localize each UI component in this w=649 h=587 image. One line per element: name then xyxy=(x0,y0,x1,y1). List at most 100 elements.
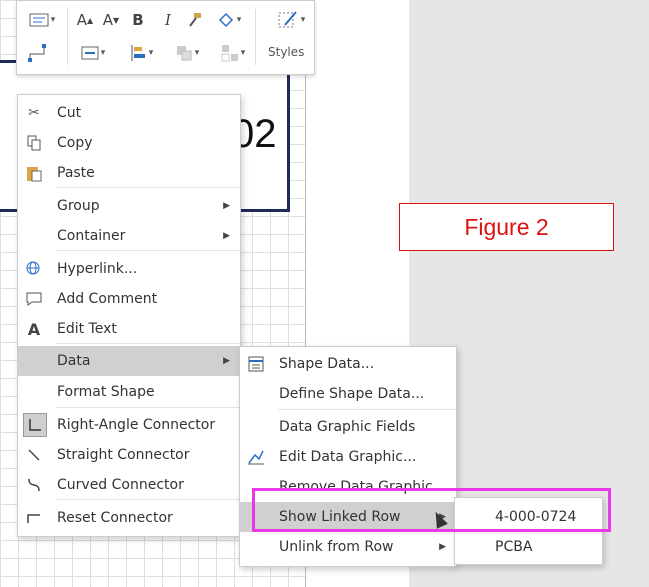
menu-separator xyxy=(56,187,240,188)
menu-item-label: Unlink from Row xyxy=(279,539,394,555)
bold-button[interactable]: B xyxy=(127,9,149,31)
group-icon xyxy=(221,45,238,62)
fill-bucket-icon xyxy=(218,12,233,28)
menu-item-label: Paste xyxy=(57,165,95,181)
arrange-icon xyxy=(176,46,192,61)
menu-item-curved-connector[interactable]: Curved Connector xyxy=(18,470,240,500)
menu-item-edit-data-graphic[interactable]: Edit Data Graphic... xyxy=(240,442,456,472)
menu-item-label: Edit Data Graphic... xyxy=(279,449,417,465)
menu-item-label: Format Shape xyxy=(57,384,155,400)
menu-separator xyxy=(278,409,456,410)
reset-connector-icon xyxy=(23,507,45,529)
connector-icon xyxy=(28,44,46,62)
menu-item-label: Edit Text xyxy=(57,321,117,337)
increase-font-icon: A xyxy=(76,11,88,29)
menu-item-copy[interactable]: Copy xyxy=(18,128,240,158)
submenu-arrow-icon: ▶ xyxy=(439,542,446,552)
curved-connector-icon xyxy=(23,474,45,496)
menu-item-label: Straight Connector xyxy=(57,447,190,463)
text-block-button[interactable]: ▾ xyxy=(23,9,61,31)
menu-item-add-comment[interactable]: Add Comment xyxy=(18,284,240,314)
menu-item-group[interactable]: Group ▶ xyxy=(18,191,240,221)
format-painter-icon xyxy=(189,13,201,27)
hyperlink-icon xyxy=(23,258,45,280)
submenu-arrow-icon: ▶ xyxy=(223,231,230,241)
menu-item-paste[interactable]: Paste xyxy=(18,158,240,188)
right-angle-connector-icon xyxy=(23,413,47,437)
menu-separator xyxy=(56,250,240,251)
menu-item-reset-connector[interactable]: Reset Connector xyxy=(18,503,240,533)
highlight-annotation xyxy=(252,488,611,532)
menu-item-label: Hyperlink... xyxy=(57,261,138,277)
menu-item-label: Add Comment xyxy=(57,291,158,307)
menu-item-hyperlink[interactable]: Hyperlink... xyxy=(18,254,240,284)
menu-item-label: Container xyxy=(57,228,126,244)
fill-button[interactable]: ▾ xyxy=(211,9,247,31)
edit-text-icon: A xyxy=(27,319,41,339)
copy-icon xyxy=(23,132,45,154)
edit-data-graphic-icon xyxy=(245,446,267,468)
format-painter-button[interactable] xyxy=(183,9,207,31)
figure-annotation: Figure 2 xyxy=(399,203,614,251)
toolbar-divider xyxy=(67,9,68,65)
menu-item-label: Curved Connector xyxy=(57,477,184,493)
straight-connector-icon xyxy=(23,444,45,466)
linked-row-item[interactable]: PCBA xyxy=(455,532,602,562)
menu-item-label: Cut xyxy=(57,105,82,121)
chevron-down-icon: ▾ xyxy=(194,48,200,58)
chevron-down-icon: ▾ xyxy=(240,48,246,58)
mini-toolbar: ▾ A ▲ A ▼ B I ▾ ▾ Styles ▾ ▾ ▾ ▾ xyxy=(16,0,315,75)
italic-button[interactable]: I xyxy=(157,9,179,31)
position-button[interactable]: ▾ xyxy=(121,41,161,65)
menu-item-label: Data Graphic Fields xyxy=(279,419,416,435)
menu-item-edit-text[interactable]: A Edit Text xyxy=(18,314,240,344)
paste-icon xyxy=(23,162,45,184)
chevron-down-icon: ▾ xyxy=(300,15,306,25)
chevron-down-icon: ▾ xyxy=(50,15,56,25)
align-text-icon xyxy=(81,46,99,60)
menu-item-define-shape-data[interactable]: Define Shape Data... xyxy=(240,379,456,409)
menu-item-data[interactable]: Data ▶ xyxy=(18,346,240,376)
menu-item-straight-connector[interactable]: Straight Connector xyxy=(18,440,240,470)
menu-item-label: Copy xyxy=(57,135,93,151)
menu-item-label: Define Shape Data... xyxy=(279,386,425,402)
menu-separator xyxy=(56,343,240,344)
comment-icon xyxy=(23,288,45,310)
group-button[interactable]: ▾ xyxy=(213,41,253,65)
menu-item-container[interactable]: Container ▶ xyxy=(18,221,240,251)
arrange-button[interactable]: ▾ xyxy=(167,41,207,65)
submenu-arrow-icon: ▶ xyxy=(223,201,230,211)
context-menu: ✂ Cut Copy Paste Group ▶ Container ▶ Hyp… xyxy=(17,94,241,537)
increase-font-button[interactable]: A ▲ xyxy=(73,9,97,31)
menu-item-shape-data[interactable]: Shape Data... xyxy=(240,349,456,379)
decrease-font-icon: A xyxy=(102,11,114,29)
position-icon xyxy=(131,45,145,61)
menu-item-label: Shape Data... xyxy=(279,356,375,372)
menu-separator xyxy=(56,499,240,500)
menu-item-unlink-from-row[interactable]: Unlink from Row ▶ xyxy=(240,532,456,562)
menu-separator xyxy=(56,407,240,408)
toolbar-divider xyxy=(255,9,256,65)
data-submenu: Shape Data... Define Shape Data... Data … xyxy=(239,346,457,567)
menu-item-data-graphic-fields[interactable]: Data Graphic Fields xyxy=(240,412,456,442)
align-text-button[interactable]: ▾ xyxy=(73,41,113,65)
menu-item-right-angle-connector[interactable]: Right-Angle Connector xyxy=(18,410,240,440)
chevron-down-icon: ▾ xyxy=(236,15,242,25)
menu-item-label: Right-Angle Connector xyxy=(57,417,216,433)
scissors-icon: ✂ xyxy=(28,105,40,121)
menu-item-label: Reset Connector xyxy=(57,510,173,526)
styles-icon xyxy=(278,11,297,28)
menu-item-label: PCBA xyxy=(495,539,533,555)
chevron-down-icon: ▾ xyxy=(148,48,154,58)
styles-label: Styles xyxy=(268,45,305,59)
menu-item-format-shape[interactable]: Format Shape xyxy=(18,377,240,407)
menu-item-label: Group xyxy=(57,198,100,214)
styles-button[interactable]: ▾ xyxy=(269,7,313,33)
decrease-font-button[interactable]: A ▼ xyxy=(99,9,123,31)
shape-data-icon xyxy=(245,353,267,375)
chevron-down-icon: ▾ xyxy=(100,48,106,58)
connector-button[interactable] xyxy=(23,41,51,65)
submenu-arrow-icon: ▶ xyxy=(223,356,230,366)
menu-item-label: Data xyxy=(57,353,91,369)
menu-item-cut[interactable]: ✂ Cut xyxy=(18,98,240,128)
